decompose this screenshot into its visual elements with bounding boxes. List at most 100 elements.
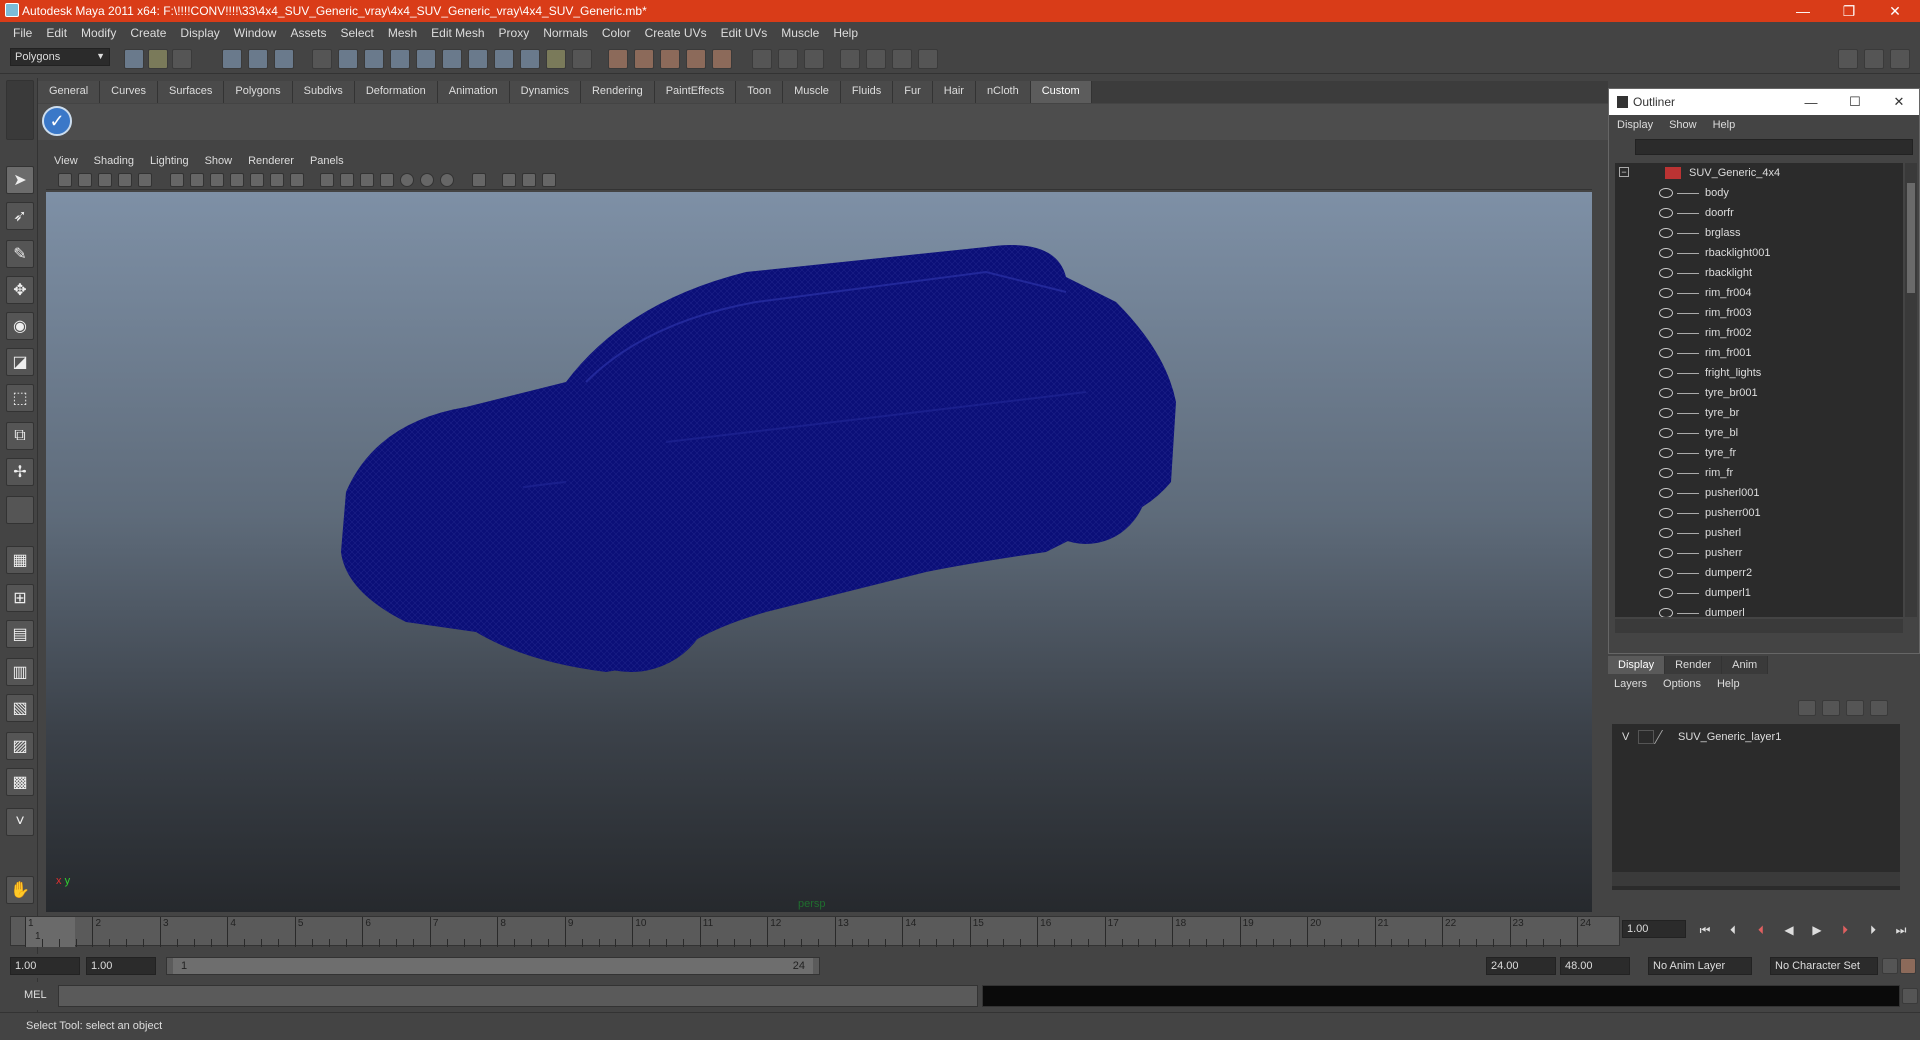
textured-icon[interactable] [380,173,394,187]
toggle-panel-b-icon[interactable] [866,49,886,69]
grid-toggle-icon[interactable] [138,173,152,187]
shelf-tab-painteffects[interactable]: PaintEffects [654,81,737,103]
toggle-panel-c-icon[interactable] [892,49,912,69]
persp-hypershade-layout-icon[interactable]: ▧ [6,694,34,722]
tree-item[interactable]: brglass [1615,223,1895,243]
new-scene-icon[interactable] [124,49,144,69]
camera-attributes-icon[interactable] [78,173,92,187]
tree-item[interactable]: tyre_br [1615,403,1895,423]
layout-options-icon[interactable]: ˅ [6,808,34,836]
step-back-key-icon[interactable]: ⏴ [1752,922,1770,938]
output-ops-icon[interactable] [572,49,592,69]
image-plane-icon[interactable] [118,173,132,187]
tree-item[interactable]: pusherr001 [1615,503,1895,523]
save-scene-icon[interactable] [172,49,192,69]
lights-icon[interactable] [400,173,414,187]
shelf-tab-toon[interactable]: Toon [736,81,784,103]
anim-layer-selector[interactable]: No Anim Layer [1648,957,1752,975]
safe-action-icon[interactable] [250,173,264,187]
tree-item[interactable]: rim_fr001 [1615,343,1895,363]
render-settings-icon[interactable] [660,49,680,69]
camera-icon[interactable] [778,49,798,69]
tree-item[interactable]: dumperr2 [1615,563,1895,583]
layer-template-toggle[interactable] [1638,730,1654,744]
toggle-panel-d-icon[interactable] [918,49,938,69]
auto-key-icon[interactable] [1882,958,1898,974]
tree-item[interactable]: pusherr [1615,543,1895,563]
scale-tool-icon[interactable]: ◪ [6,348,34,376]
help-query-icon[interactable] [520,49,540,69]
snap-live-icon[interactable] [442,49,462,69]
snap-point-icon[interactable] [390,49,410,69]
menu-edit-mesh[interactable]: Edit Mesh [431,26,484,40]
menu-display[interactable]: Display [180,26,219,40]
outliner-minimize-icon[interactable]: — [1791,91,1831,113]
select-tool-icon[interactable]: ➤ [6,166,34,194]
shadows-icon[interactable] [420,173,434,187]
character-set-selector[interactable]: No Character Set [1770,957,1878,975]
attribute-editor-icon[interactable] [804,49,824,69]
rotate-tool-icon[interactable]: ◉ [6,312,34,340]
shelf-tab-deformation[interactable]: Deformation [354,81,438,103]
isolate-select-icon[interactable] [472,173,486,187]
menu-set-selector[interactable]: Polygons ▼ [10,48,110,66]
render-current-icon[interactable] [608,49,628,69]
viewport-menu-view[interactable]: View [54,155,78,167]
hud-icon[interactable] [542,173,556,187]
select-hierarchy-icon[interactable] [222,49,242,69]
viewport-menu-lighting[interactable]: Lighting [150,155,189,167]
hand-tool-icon[interactable]: ✋ [6,876,34,904]
viewport-menu-panels[interactable]: Panels [310,155,344,167]
shelf-tab-fluids[interactable]: Fluids [840,81,894,103]
tree-item[interactable]: rim_fr002 [1615,323,1895,343]
viewport-menu-shading[interactable]: Shading [94,155,134,167]
shelf-tab-hair[interactable]: Hair [932,81,976,103]
shelf-handle[interactable] [6,80,34,140]
animation-start-field[interactable]: 1.00 [10,957,80,975]
tree-item[interactable]: rim_fr004 [1615,283,1895,303]
command-language-label[interactable]: MEL [24,989,47,1001]
animation-end-field[interactable]: 48.00 [1560,957,1630,975]
layer-tab-anim[interactable]: Anim [1722,656,1769,674]
paint-select-tool-icon[interactable]: ✎ [6,240,34,268]
menu-edit-uvs[interactable]: Edit UVs [721,26,768,40]
universal-manipulator-icon[interactable]: ⬚ [6,384,34,412]
menu-muscle[interactable]: Muscle [781,26,819,40]
layer-visibility-toggle[interactable]: V [1622,731,1638,743]
move-tool-icon[interactable]: ✥ [6,276,34,304]
lasso-tool-icon[interactable]: ➶ [6,202,34,230]
go-to-start-icon[interactable]: ⏮ [1696,922,1714,938]
outliner-persp-layout-icon[interactable]: ▨ [6,732,34,760]
shelf-tab-subdivs[interactable]: Subdivs [292,81,355,103]
xray-joints-icon[interactable] [522,173,536,187]
shelf-tab-animation[interactable]: Animation [437,81,510,103]
play-forwards-icon[interactable]: ▶ [1808,922,1826,938]
close-icon[interactable]: ✕ [1872,0,1918,22]
tree-item[interactable]: dumperl [1615,603,1895,617]
time-slider[interactable]: 1 1 2 3 4 5 6 7 8 9 10 11 12 13 14 15 16 17 18 19 20 21 22 23 2… [10,916,1620,947]
shelf-tab-fur[interactable]: Fur [893,81,933,103]
menu-assets[interactable]: Assets [290,26,326,40]
bookmarks-icon[interactable] [98,173,112,187]
step-forward-key-icon[interactable]: ⏵ [1836,922,1854,938]
layer-menu-options[interactable]: Options [1663,678,1701,690]
tree-item[interactable]: rim_fr [1615,463,1895,483]
menu-proxy[interactable]: Proxy [499,26,530,40]
tree-item[interactable]: fright_lights [1615,363,1895,383]
menu-help[interactable]: Help [833,26,858,40]
menu-window[interactable]: Window [234,26,277,40]
history-icon[interactable] [468,49,488,69]
layer-move-down-icon[interactable] [1870,700,1888,716]
layer-tab-render[interactable]: Render [1665,656,1723,674]
playback-start-field[interactable]: 1.00 [86,957,156,975]
new-layer-icon[interactable] [1798,700,1816,716]
shelf-tab-general[interactable]: General [38,81,101,103]
outliner-menu-show[interactable]: Show [1669,119,1697,131]
tree-item[interactable]: rim_fr003 [1615,303,1895,323]
shelf-tab-surfaces[interactable]: Surfaces [157,81,225,103]
text-toggle-icon[interactable] [290,173,304,187]
layer-menu-layers[interactable]: Layers [1614,678,1647,690]
snap-curve-icon[interactable] [364,49,384,69]
perspective-viewport[interactable] [46,192,1592,912]
tool-settings-toggle-icon[interactable] [1890,49,1910,69]
